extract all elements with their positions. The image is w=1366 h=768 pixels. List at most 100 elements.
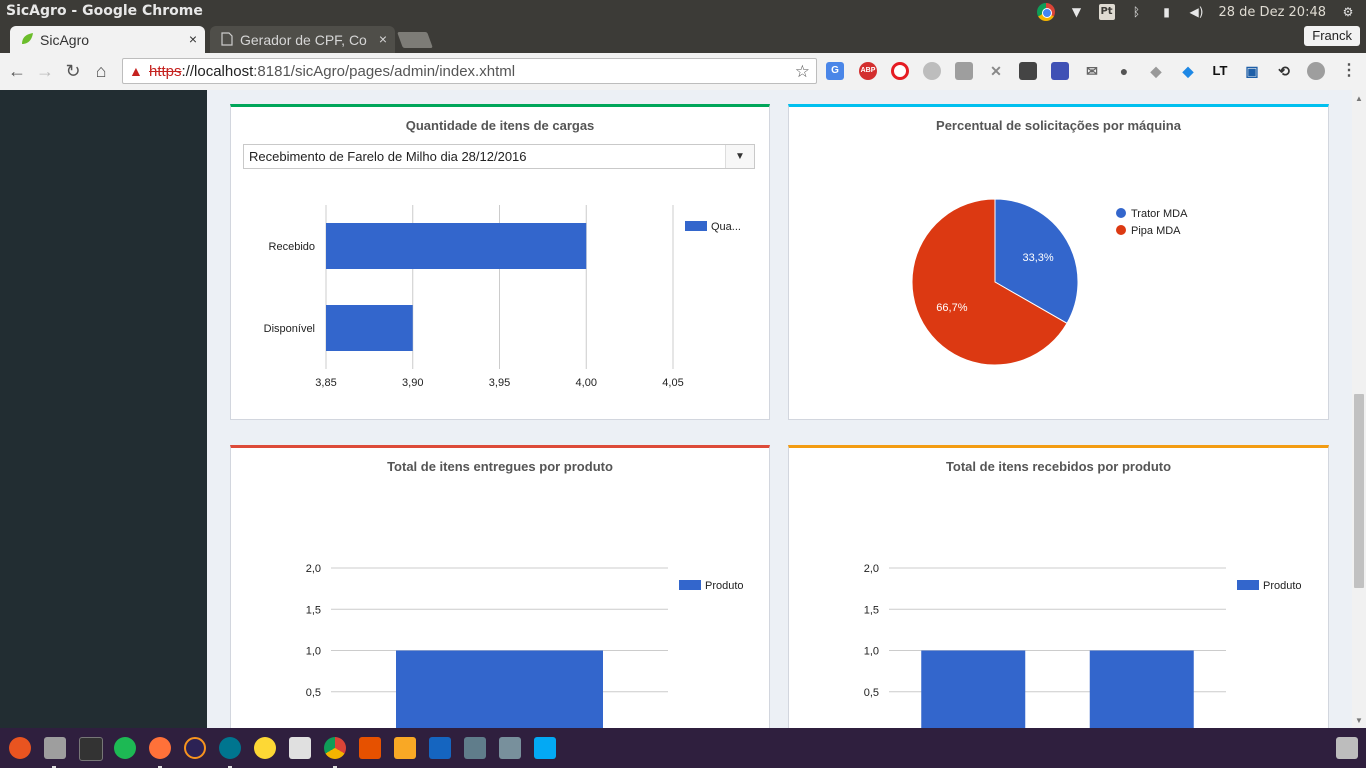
bookmark-star-icon[interactable]: ☆ [795,62,810,82]
sidebar [0,90,207,728]
legend-swatch [1237,580,1259,590]
warning-icon[interactable]: ▲ [129,63,143,79]
taskbar [0,728,1366,768]
dropbox-icon[interactable]: ◆ [1147,62,1165,80]
page-icon [220,32,234,46]
legend-swatch [1116,225,1126,235]
sync-icon[interactable]: ⟲ [1275,62,1293,80]
translate-icon[interactable]: G [826,62,844,80]
back-icon[interactable]: ← [6,61,28,82]
slice-label: 66,7% [936,302,967,314]
sublime-icon[interactable] [394,737,416,759]
scroll-up-icon[interactable]: ▲ [1355,94,1363,103]
screenshot-icon[interactable]: ▣ [1243,62,1261,80]
box-cargas: Quantidade de itens de cargas Recebiment… [230,104,770,420]
spotify-icon[interactable] [114,737,136,759]
close-icon[interactable]: × [189,31,197,47]
window-icon[interactable] [534,737,556,759]
url-text[interactable]: https://localhost:8181/sicAgro/pages/adm… [149,63,515,80]
extension-icon[interactable] [923,62,941,80]
category-label: Disponível [264,323,315,335]
new-tab-button[interactable] [397,32,433,48]
monitor-icon[interactable] [429,737,451,759]
window-title: SicAgro - Google Chrome [6,3,203,19]
idea-icon[interactable] [254,737,276,759]
network-icon[interactable]: ● [1115,62,1133,80]
androidstudio-icon[interactable] [359,737,381,759]
tick-label: 3,95 [489,377,510,389]
tab-label: Gerador de CPF, Co [240,32,367,48]
legend-swatch [685,221,707,231]
scroll-down-icon[interactable]: ▼ [1355,716,1363,725]
chrome-icon[interactable] [324,737,346,759]
tab-sicagro[interactable]: SicAgro × [10,26,205,53]
bar [396,650,603,728]
tick-label: 4,00 [576,377,597,389]
mail-icon[interactable]: ✉ [1083,62,1101,80]
mysql-workbench-icon[interactable] [219,737,241,759]
box-recebidos: Total de itens recebidos por produto 0,0… [788,445,1329,728]
bar [326,305,413,351]
tab-gerador-cpf[interactable]: Gerador de CPF, Co × [210,26,395,53]
wifi-icon[interactable]: ▼ [1069,4,1085,20]
box-title: Total de itens recebidos por produto [945,459,1172,474]
tick-label: 3,90 [402,377,423,389]
tick-label: 3,85 [315,377,336,389]
workspace-icon[interactable] [499,737,521,759]
scrollbar-thumb[interactable] [1354,394,1364,588]
eclipse-icon[interactable] [184,737,206,759]
ubuntu-icon[interactable] [9,737,31,759]
reload-icon[interactable]: ↻ [62,61,84,82]
office-icon[interactable] [955,62,973,80]
clock[interactable]: 28 de Dez 20:48 [1219,5,1327,20]
software-center-icon[interactable] [289,737,311,759]
volume-icon[interactable]: ◀) [1189,4,1205,20]
legend-label: Qua... [711,221,741,233]
opera-icon[interactable] [891,62,909,80]
box-maquina: Percentual de solicitações por máquina 3… [788,104,1329,420]
box-title: Percentual de solicitações por máquina [936,118,1181,133]
dashboard-content: Quantidade de itens de cargas Recebiment… [207,90,1352,728]
chat-icon[interactable] [1307,62,1325,80]
trash-icon[interactable] [1336,737,1358,759]
box-title: Total de itens entregues por produto [387,459,613,474]
battery-icon[interactable]: ▮ [1159,4,1175,20]
chrome-tray-icon[interactable] [1036,3,1055,21]
legend-swatch [1116,208,1126,218]
chart-entregues: 0,00,51,01,52,0Farelo de Milho Produto [306,563,744,728]
keyboard-layout-icon[interactable]: Pt [1098,4,1115,20]
tick-label: 1,0 [864,646,879,658]
firefox-icon[interactable] [149,737,171,759]
screen-icon[interactable] [1051,62,1069,80]
lightbulb-icon[interactable] [1019,62,1037,80]
profile-button[interactable]: Franck [1304,26,1360,46]
gear-icon[interactable]: ⚙ [1340,4,1356,20]
files-icon[interactable] [44,737,66,759]
adblock-plus-icon[interactable]: ABP [859,62,877,80]
address-bar[interactable]: ▲ https://localhost:8181/sicAgro/pages/a… [122,58,817,84]
tick-label: 1,0 [306,646,321,658]
box-title: Quantidade de itens de cargas [405,118,595,133]
cargas-select[interactable]: Recebimento de Farelo de Milho dia 28/12… [243,144,755,169]
system-top-bar: SicAgro - Google Chrome ▼ Pt ᛒ ▮ ◀) 28 d… [0,0,1366,24]
home-icon[interactable]: ⌂ [90,61,112,82]
tab-strip: SicAgro × Gerador de CPF, Co × Franck [0,24,1366,53]
bookmark-icon[interactable]: ◆ [1179,62,1197,80]
bar [1089,650,1194,728]
tick-label: 4,05 [662,377,683,389]
gimp-icon[interactable] [464,737,486,759]
chart-cargas: RecebidoDisponível 3,85 3,90 3,95 4,00 4,05 … [264,205,741,389]
menu-icon[interactable]: ⋮ [1340,62,1358,80]
languagetool-icon[interactable]: LT [1211,62,1229,80]
slice-label: 33,3% [1023,252,1054,264]
terminal-icon[interactable] [79,737,103,761]
close-icon[interactable]: × [379,31,387,47]
close-tool-icon[interactable]: ✕ [987,62,1005,80]
legend-label: Produto [1263,580,1302,592]
page-scrollbar[interactable]: ▲ ▼ [1352,90,1366,728]
chevron-down-icon[interactable]: ▼ [725,145,754,168]
legend-swatch [679,580,701,590]
forward-icon[interactable]: → [34,61,56,82]
system-tray: ▼ Pt ᛒ ▮ ◀) 28 de Dez 20:48 ⚙ [1036,0,1357,24]
bluetooth-icon[interactable]: ᛒ [1129,4,1145,20]
